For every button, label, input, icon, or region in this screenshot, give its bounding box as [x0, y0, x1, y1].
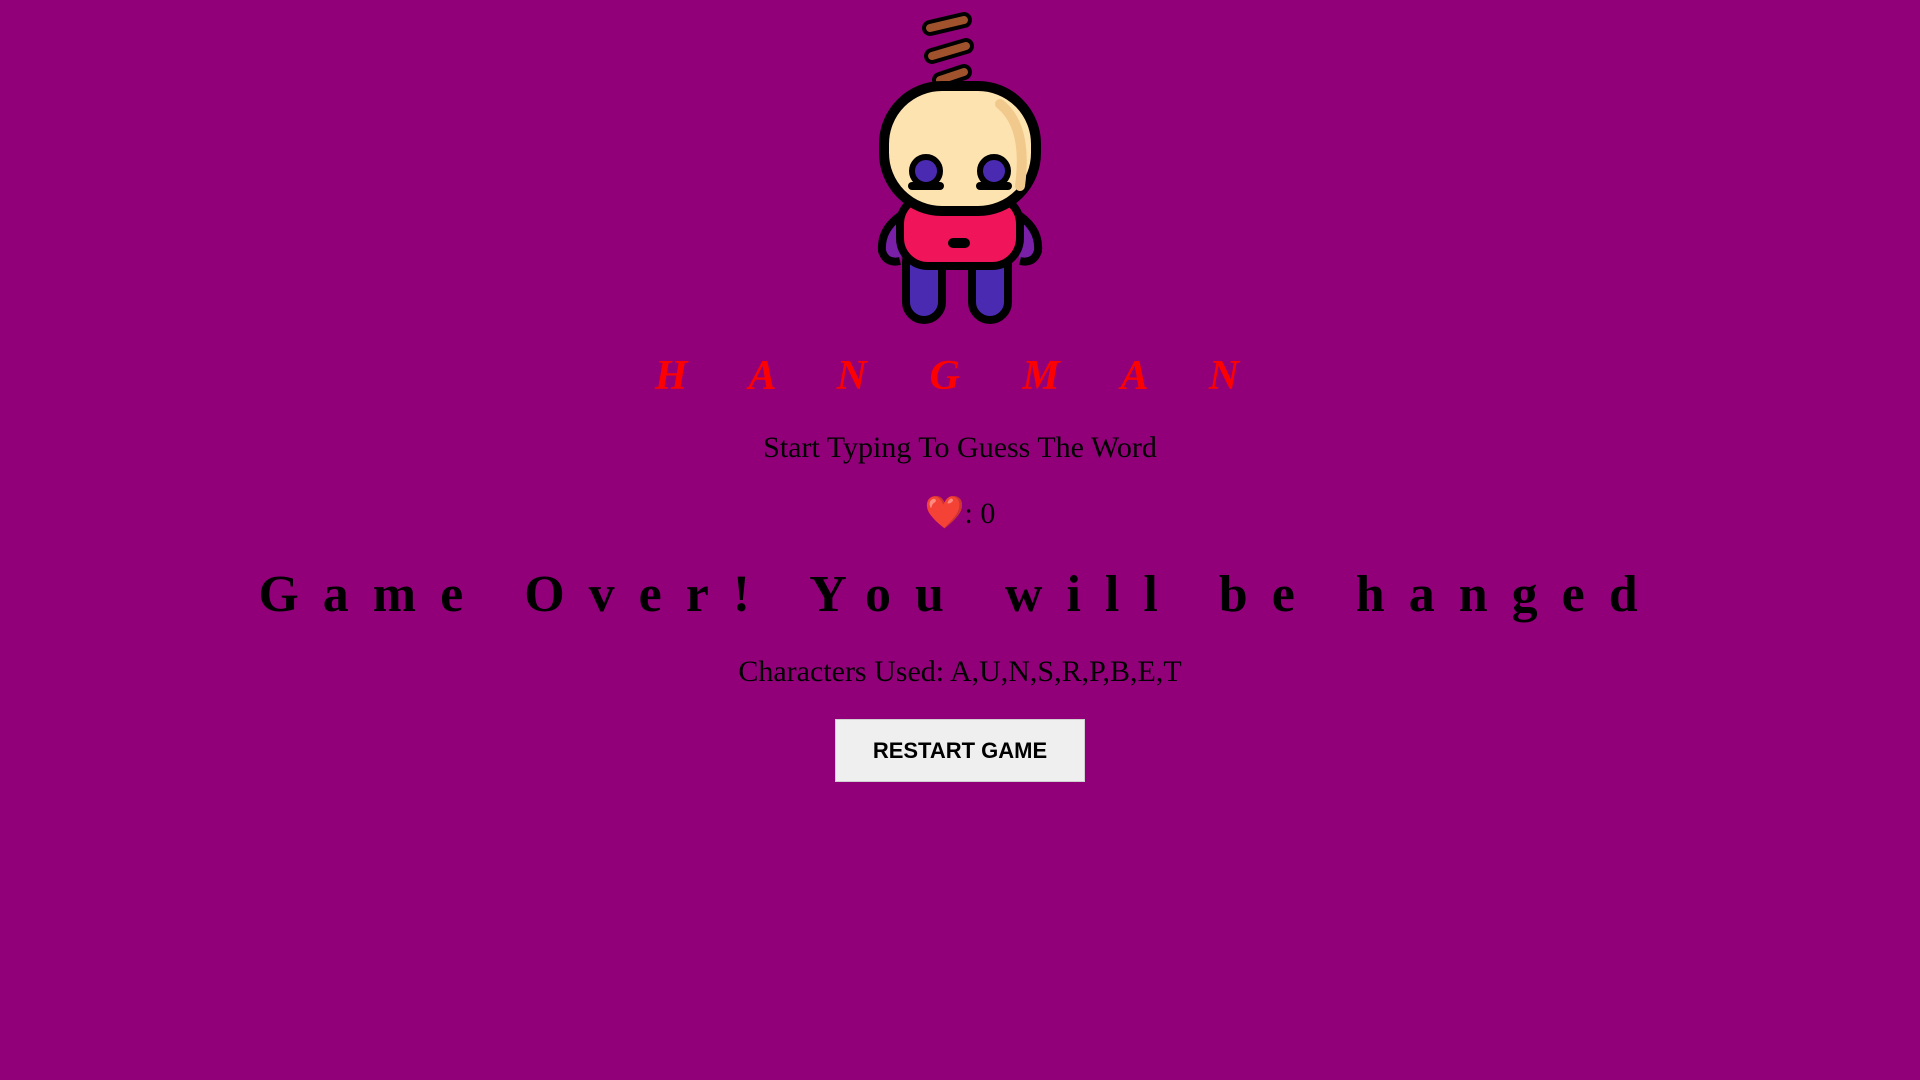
- game-over-message: Game Over! You will be hanged: [258, 566, 1662, 623]
- instruction-text: Start Typing To Guess The Word: [763, 431, 1157, 464]
- game-title: H A N G M A N: [654, 353, 1266, 399]
- heart-icon: ❤️: [924, 493, 965, 531]
- characters-used-text: Characters Used: A,U,N,S,R,P,B,E,T: [738, 655, 1182, 688]
- lives-value: 0: [980, 497, 996, 530]
- restart-game-button[interactable]: RESTART GAME: [835, 719, 1085, 782]
- game-page: H A N G M A N Start Typing To Guess The …: [0, 0, 1920, 1080]
- lives-separator: :: [964, 497, 981, 530]
- lives-counter: ❤️: 0: [0, 492, 1920, 534]
- hangman-figure-image: [860, 6, 1060, 326]
